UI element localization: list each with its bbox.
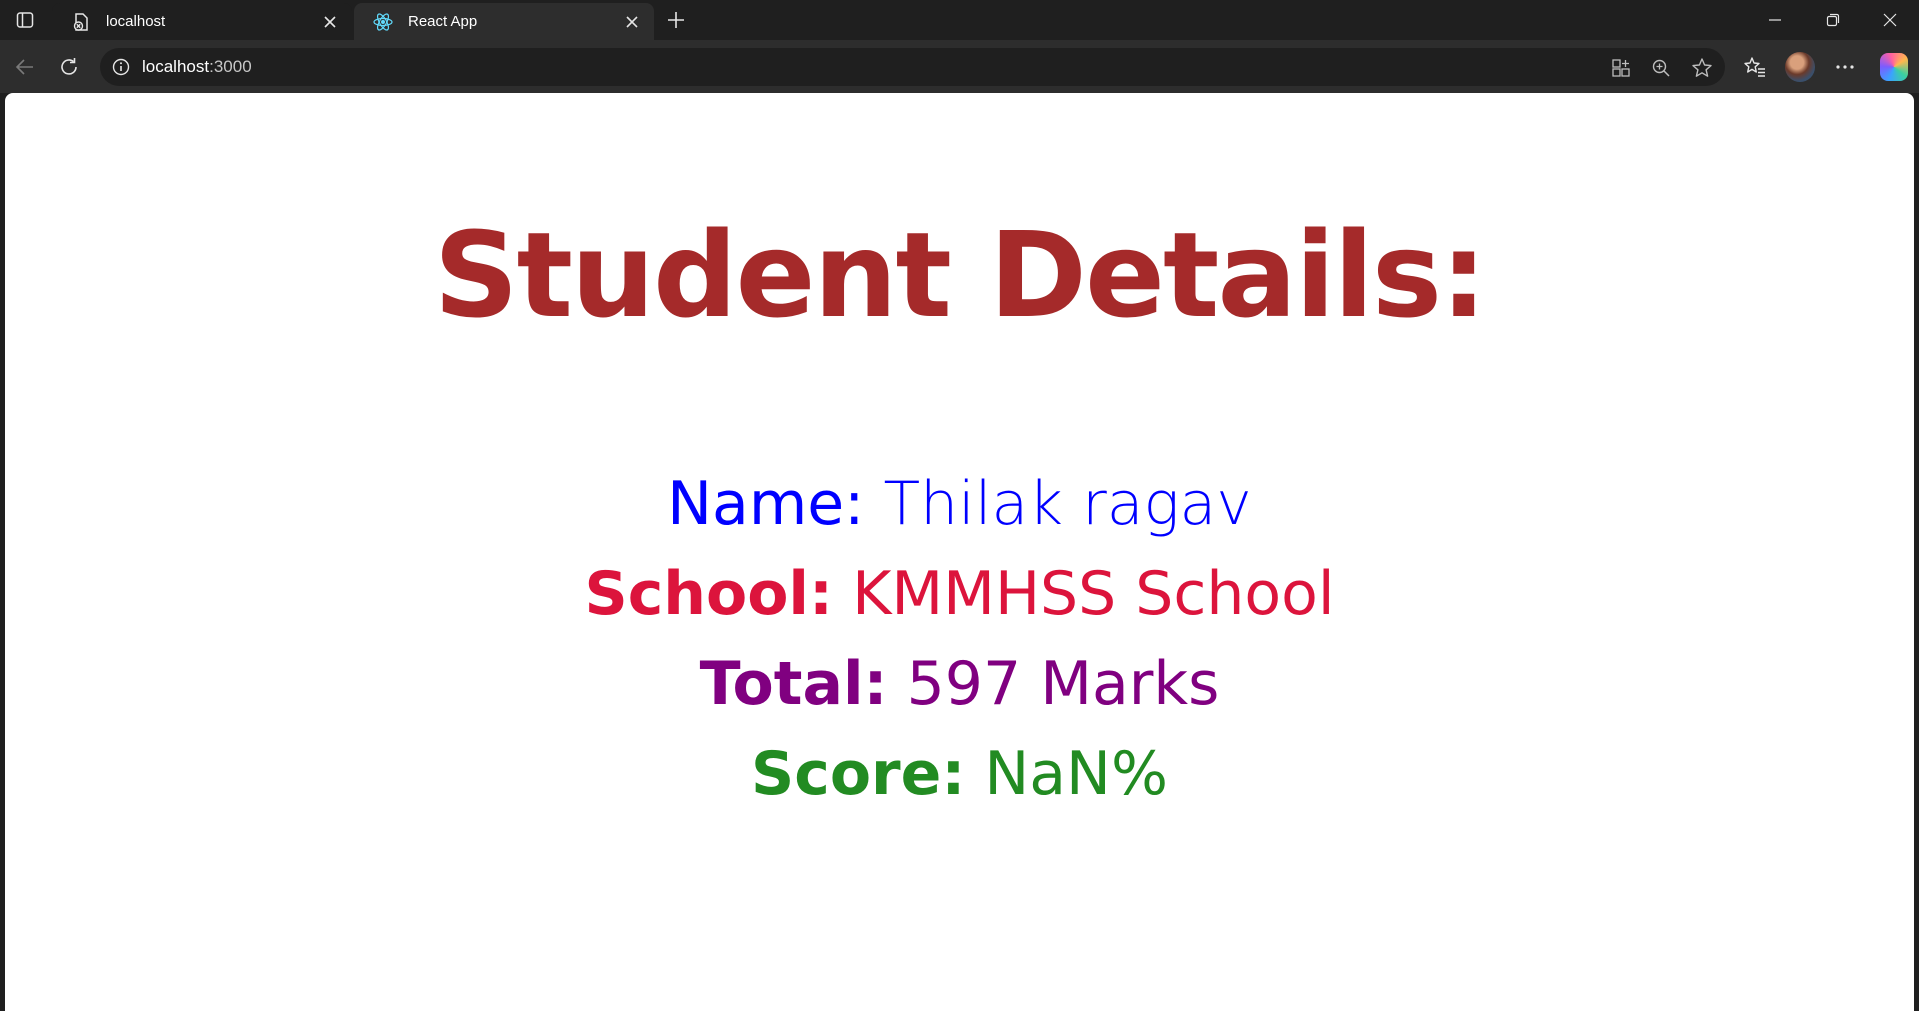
minimize-icon bbox=[1769, 19, 1781, 21]
settings-more-button[interactable] bbox=[1830, 52, 1860, 82]
browser-toolbar: localhost:3000 bbox=[0, 40, 1919, 93]
student-details: Name: Thilak ragav School: KMMHSS School… bbox=[5, 459, 1914, 819]
total-row: Total: 597 Marks bbox=[5, 639, 1914, 729]
school-row: School: KMMHSS School bbox=[5, 549, 1914, 639]
tab-actions-button[interactable] bbox=[10, 7, 40, 33]
favorites-list-icon bbox=[1744, 57, 1765, 77]
score-label: Score: bbox=[751, 739, 966, 809]
score-row: Score: NaN% bbox=[5, 729, 1914, 819]
arrow-left-icon bbox=[15, 59, 33, 75]
address-bar[interactable]: localhost:3000 bbox=[100, 48, 1725, 86]
close-tab-icon[interactable] bbox=[620, 10, 644, 34]
close-icon bbox=[1883, 13, 1897, 27]
refresh-icon bbox=[61, 58, 77, 75]
tab-react-app[interactable]: React App bbox=[354, 3, 654, 40]
reload-button[interactable] bbox=[52, 50, 86, 84]
url-text: localhost:3000 bbox=[142, 57, 252, 77]
page-blocked-icon bbox=[70, 11, 92, 33]
plus-icon bbox=[668, 12, 684, 28]
sidebar-panel-icon bbox=[16, 12, 34, 28]
name-row: Name: Thilak ragav bbox=[5, 459, 1914, 549]
name-value: Thilak ragav bbox=[883, 469, 1252, 539]
tab-localhost[interactable]: localhost bbox=[52, 3, 352, 40]
react-icon bbox=[372, 11, 394, 33]
page-title: Student Details: bbox=[433, 206, 1488, 344]
url-host: localhost bbox=[142, 57, 210, 76]
zoom-icon[interactable] bbox=[1649, 56, 1673, 80]
close-tab-icon[interactable] bbox=[318, 10, 342, 34]
total-value: 597 Marks bbox=[906, 649, 1220, 719]
tab-label: React App bbox=[408, 13, 478, 30]
profile-avatar[interactable] bbox=[1785, 52, 1815, 82]
info-icon[interactable] bbox=[110, 56, 132, 78]
minimize-button[interactable] bbox=[1746, 0, 1804, 40]
more-horizontal-icon bbox=[1836, 65, 1854, 69]
restore-button[interactable] bbox=[1804, 0, 1862, 40]
url-port: :3000 bbox=[209, 57, 252, 76]
total-label: Total: bbox=[699, 649, 888, 719]
favorites-button[interactable] bbox=[1740, 52, 1770, 82]
tab-strip: localhost React App bbox=[0, 0, 1919, 40]
close-window-button[interactable] bbox=[1861, 0, 1919, 40]
back-button[interactable] bbox=[8, 50, 42, 84]
favorite-star-icon[interactable] bbox=[1690, 56, 1714, 80]
app-available-icon[interactable] bbox=[1609, 56, 1633, 80]
name-label: Name: bbox=[667, 469, 865, 539]
restore-icon bbox=[1826, 13, 1840, 27]
page-viewport: Student Details: Name: Thilak ragav Scho… bbox=[5, 93, 1914, 1011]
tab-label: localhost bbox=[106, 13, 166, 30]
school-value: KMMHSS School bbox=[852, 559, 1335, 629]
new-tab-button[interactable] bbox=[661, 7, 691, 33]
copilot-icon[interactable] bbox=[1880, 53, 1908, 81]
school-label: School: bbox=[584, 559, 833, 629]
score-value: NaN% bbox=[984, 739, 1168, 809]
